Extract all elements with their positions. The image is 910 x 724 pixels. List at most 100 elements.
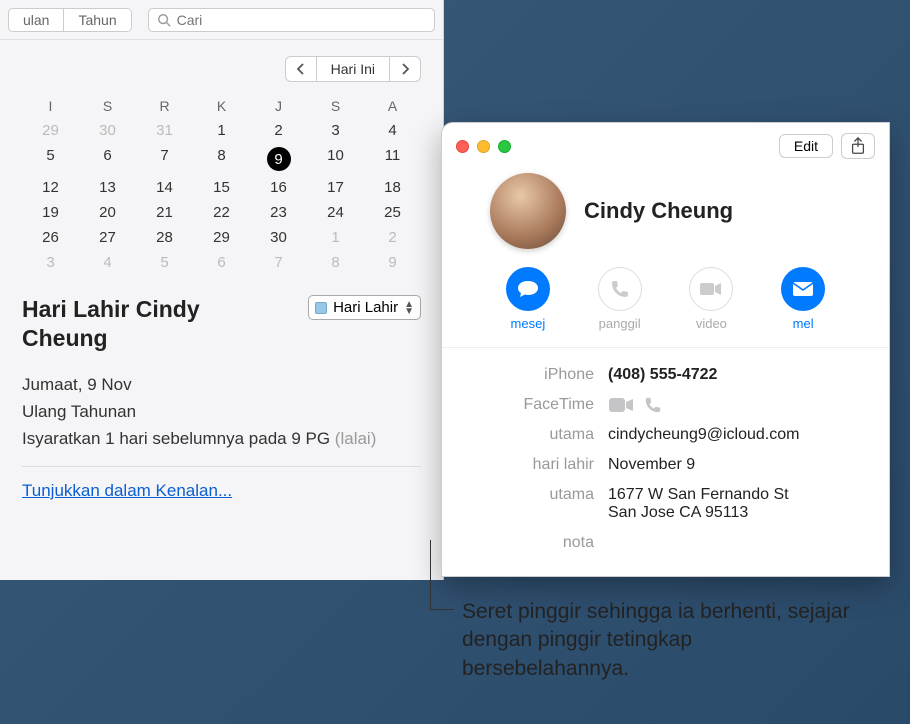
- event-title: Hari Lahir Cindy Cheung: [22, 295, 262, 353]
- date-cell[interactable]: 20: [79, 200, 136, 225]
- date-cell[interactable]: 8: [193, 143, 250, 175]
- date-cell[interactable]: 24: [307, 200, 364, 225]
- video-action[interactable]: video: [689, 267, 733, 331]
- date-cell[interactable]: 5: [136, 250, 193, 275]
- date-cell[interactable]: 16: [250, 175, 307, 200]
- date-cell[interactable]: 29: [193, 225, 250, 250]
- message-action[interactable]: mesej: [506, 267, 550, 331]
- chevron-left-icon: [296, 63, 306, 75]
- date-cell[interactable]: 12: [22, 175, 79, 200]
- view-tabs: ulan Tahun: [8, 8, 132, 32]
- date-cell[interactable]: 6: [193, 250, 250, 275]
- calendar-window: ulan Tahun Hari Ini ISRKJSA 293031123456…: [0, 0, 444, 580]
- date-cell[interactable]: 15: [193, 175, 250, 200]
- date-cell[interactable]: 7: [136, 143, 193, 175]
- date-cell[interactable]: 2: [250, 118, 307, 143]
- action-row: mesej panggil video mel: [442, 267, 889, 347]
- calendar-toolbar: ulan Tahun: [0, 0, 443, 40]
- edit-button[interactable]: Edit: [779, 134, 833, 158]
- note-value[interactable]: [608, 534, 865, 552]
- birthday-label: hari lahir: [466, 456, 594, 474]
- annotation-text: Seret pinggir sehingga ia berhenti, seja…: [462, 598, 862, 683]
- date-cell[interactable]: 7: [250, 250, 307, 275]
- date-cell[interactable]: 26: [22, 225, 79, 250]
- date-cell[interactable]: 31: [136, 118, 193, 143]
- dow-cell: R: [136, 94, 193, 118]
- date-cell[interactable]: 30: [79, 118, 136, 143]
- date-cell[interactable]: 5: [22, 143, 79, 175]
- tab-month[interactable]: ulan: [9, 9, 63, 31]
- today-button[interactable]: Hari Ini: [316, 57, 389, 81]
- address-value[interactable]: 1677 W San Fernando St San Jose CA 95113: [608, 486, 865, 522]
- window-controls: [456, 140, 511, 153]
- date-cell[interactable]: 27: [79, 225, 136, 250]
- contact-name: Cindy Cheung: [584, 198, 733, 224]
- email-label: utama: [466, 426, 594, 444]
- date-cell[interactable]: 22: [193, 200, 250, 225]
- facetime-audio-icon[interactable]: [644, 396, 662, 414]
- facetime-label: FaceTime: [466, 396, 594, 414]
- minimize-button[interactable]: [477, 140, 490, 153]
- date-cell[interactable]: 3: [307, 118, 364, 143]
- mail-action[interactable]: mel: [781, 267, 825, 331]
- address-label: utama: [466, 486, 594, 522]
- search-box[interactable]: [148, 8, 435, 32]
- date-cell[interactable]: 28: [136, 225, 193, 250]
- phone-icon: [610, 279, 630, 299]
- iphone-value[interactable]: (408) 555-4722: [608, 366, 865, 384]
- dow-cell: I: [22, 94, 79, 118]
- date-cell[interactable]: 14: [136, 175, 193, 200]
- avatar: [490, 173, 566, 249]
- tab-year[interactable]: Tahun: [63, 9, 130, 31]
- date-cell[interactable]: 9: [364, 250, 421, 275]
- birthday-value: November 9: [608, 456, 865, 474]
- category-color-swatch: [315, 302, 327, 314]
- date-cell[interactable]: 17: [307, 175, 364, 200]
- chevron-right-icon: [400, 63, 410, 75]
- search-input[interactable]: [177, 12, 426, 28]
- email-value[interactable]: cindycheung9@icloud.com: [608, 426, 865, 444]
- callout-line: [430, 540, 454, 610]
- date-cell[interactable]: 10: [307, 143, 364, 175]
- facetime-value[interactable]: [608, 396, 865, 414]
- updown-icon: ▲▼: [404, 301, 414, 315]
- date-cell[interactable]: 11: [364, 143, 421, 175]
- event-category-select[interactable]: Hari Lahir ▲▼: [308, 295, 421, 320]
- dow-cell: K: [193, 94, 250, 118]
- show-in-contacts-link[interactable]: Tunjukkan dalam Kenalan...: [22, 481, 232, 500]
- date-cell[interactable]: 13: [79, 175, 136, 200]
- date-cell[interactable]: 3: [22, 250, 79, 275]
- zoom-button[interactable]: [498, 140, 511, 153]
- date-cell[interactable]: 21: [136, 200, 193, 225]
- share-button[interactable]: [841, 133, 875, 159]
- note-label: nota: [466, 534, 594, 552]
- date-cell[interactable]: 25: [364, 200, 421, 225]
- date-cell[interactable]: 9: [250, 143, 307, 175]
- dow-cell: J: [250, 94, 307, 118]
- date-cell[interactable]: 29: [22, 118, 79, 143]
- divider: [22, 466, 421, 467]
- message-icon: [517, 279, 539, 299]
- close-button[interactable]: [456, 140, 469, 153]
- date-cell[interactable]: 1: [193, 118, 250, 143]
- event-repeat: Ulang Tahunan: [22, 398, 421, 425]
- facetime-video-icon[interactable]: [608, 396, 634, 414]
- date-cell[interactable]: 6: [79, 143, 136, 175]
- date-cell[interactable]: 30: [250, 225, 307, 250]
- date-cell[interactable]: 2: [364, 225, 421, 250]
- dow-cell: A: [364, 94, 421, 118]
- date-cell[interactable]: 18: [364, 175, 421, 200]
- date-cell[interactable]: 23: [250, 200, 307, 225]
- share-icon: [850, 137, 866, 155]
- date-cell[interactable]: 8: [307, 250, 364, 275]
- contact-info: iPhone (408) 555-4722 FaceTime utama cin…: [442, 347, 889, 570]
- date-cell[interactable]: 4: [364, 118, 421, 143]
- category-label: Hari Lahir: [333, 299, 398, 316]
- dow-cell: S: [79, 94, 136, 118]
- next-button[interactable]: [389, 57, 420, 81]
- date-cell[interactable]: 1: [307, 225, 364, 250]
- call-action[interactable]: panggil: [598, 267, 642, 331]
- date-cell[interactable]: 19: [22, 200, 79, 225]
- prev-button[interactable]: [286, 57, 316, 81]
- date-cell[interactable]: 4: [79, 250, 136, 275]
